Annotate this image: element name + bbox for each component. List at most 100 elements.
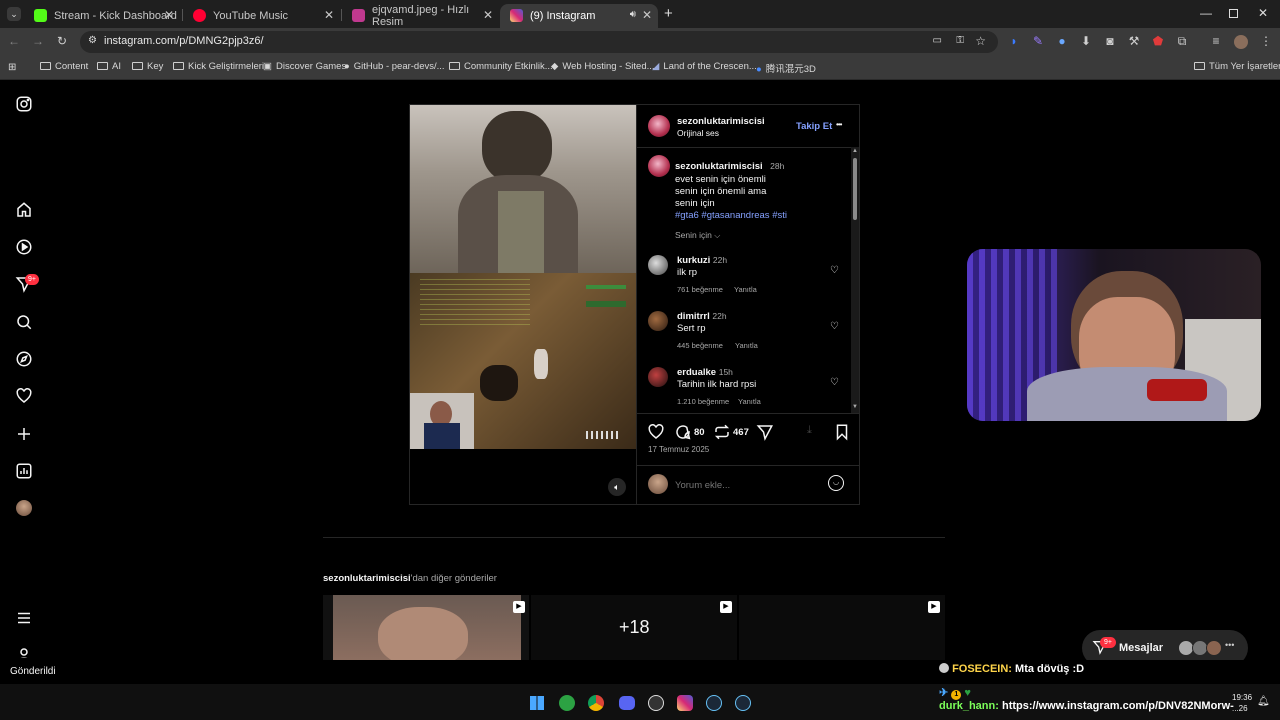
all-bookmarks[interactable]: Tüm Yer İşaretleri xyxy=(1194,61,1280,72)
commenter-username[interactable]: kurkuzi 22h xyxy=(677,255,727,266)
comment-bubble-icon[interactable] xyxy=(674,423,692,441)
extension-2-icon[interactable]: ✎ xyxy=(1030,34,1046,48)
home-icon[interactable] xyxy=(15,201,33,219)
post-date[interactable]: 17 Temmuz 2025 xyxy=(648,445,709,454)
address-bar[interactable]: ⚙ instagram.com/p/DMNG2pjp3z6/ ▭ ⚿ ☆ xyxy=(80,31,998,53)
bookmark-key[interactable]: Key xyxy=(132,61,163,72)
download-icon[interactable]: ⤓ xyxy=(807,424,812,437)
extension-4-icon[interactable]: ⬇ xyxy=(1078,34,1094,48)
reply-button[interactable]: Yanıtla xyxy=(735,341,758,350)
share-send-icon[interactable] xyxy=(756,423,774,441)
comment-input[interactable] xyxy=(675,477,815,493)
commenter-username[interactable]: dimitrrl 22h xyxy=(677,311,727,322)
xbox-icon[interactable] xyxy=(559,695,575,711)
reload-icon[interactable]: ↻ xyxy=(54,34,70,48)
extension-3-icon[interactable]: ● xyxy=(1054,34,1070,48)
threads-icon[interactable] xyxy=(15,646,33,658)
post-video[interactable]: 🔈︎ xyxy=(410,105,636,504)
mute-toggle-icon[interactable]: 🔈︎ xyxy=(608,478,626,496)
repost-icon[interactable] xyxy=(713,423,731,441)
more-post-thumbnail[interactable]: +18 ▶ xyxy=(531,595,737,660)
like-heart-icon[interactable] xyxy=(647,423,665,441)
speaker-icon[interactable]: 🔊︎ xyxy=(630,9,636,20)
caption-author[interactable]: sezonluktarimiscisi xyxy=(675,161,763,172)
author-avatar[interactable] xyxy=(648,115,670,137)
instagram-logo-icon[interactable] xyxy=(15,95,33,113)
instagram-app-icon[interactable] xyxy=(677,695,693,711)
tab-list-icon[interactable]: ≡ xyxy=(1208,34,1224,48)
comment-like-heart-icon[interactable]: ♡ xyxy=(830,377,839,388)
reels-icon[interactable] xyxy=(15,238,33,256)
save-bookmark-icon[interactable] xyxy=(833,423,851,441)
discord-icon[interactable] xyxy=(619,696,635,710)
notifications-heart-icon[interactable] xyxy=(15,387,33,405)
tab-search-icon[interactable]: ⌄ xyxy=(7,7,21,21)
steam-icon[interactable] xyxy=(706,695,722,711)
apps-grid-icon[interactable]: ⊞ xyxy=(8,62,16,73)
new-tab-button[interactable]: + xyxy=(664,5,673,22)
clock-time[interactable]: 19:36 xyxy=(1232,693,1252,702)
site-info-icon[interactable]: ⚙ xyxy=(88,35,97,46)
password-key-icon[interactable]: ⚿ xyxy=(956,35,964,46)
steam-icon[interactable] xyxy=(735,695,751,711)
more-menu-icon[interactable] xyxy=(15,609,33,627)
start-windows-icon[interactable] xyxy=(530,696,544,710)
bookmark-content[interactable]: Content xyxy=(40,61,88,72)
clock-date[interactable]: ...26 xyxy=(1232,704,1248,713)
author-username[interactable]: sezonluktarimiscisi xyxy=(677,116,765,127)
comment-like-count[interactable]: 761 beğenme xyxy=(677,285,723,294)
install-app-icon[interactable]: ▭ xyxy=(933,35,942,46)
post-options-icon[interactable]: ••• xyxy=(836,120,842,129)
extension-6-icon[interactable]: ⚒ xyxy=(1126,34,1142,48)
scrollbar-thumb[interactable] xyxy=(853,158,857,220)
follow-button[interactable]: Takip Et xyxy=(796,121,832,132)
comments-scrollbar[interactable]: ▲ ▼ xyxy=(851,147,859,413)
minimize-icon[interactable]: — xyxy=(1200,6,1212,20)
explore-compass-icon[interactable] xyxy=(15,350,33,368)
restore-icon[interactable] xyxy=(1229,9,1238,18)
close-tab-icon[interactable]: ✕ xyxy=(642,8,652,22)
back-icon[interactable]: ← xyxy=(6,34,22,48)
create-plus-icon[interactable] xyxy=(15,425,33,443)
extension-7-icon[interactable]: ⬟ xyxy=(1150,34,1166,48)
extensions-puzzle-icon[interactable]: ⧉ xyxy=(1174,34,1190,49)
chrome-icon[interactable] xyxy=(588,695,604,711)
url-text[interactable]: instagram.com/p/DMNG2pjp3z6/ xyxy=(104,35,264,47)
comment-like-count[interactable]: 445 beğenme xyxy=(677,341,723,350)
tab-youtube-music[interactable]: YouTube Music ✕ xyxy=(183,4,340,28)
audio-label[interactable]: Orijinal ses xyxy=(677,128,719,138)
tab-instagram[interactable]: (9) Instagram 🔊︎ ✕ xyxy=(500,4,658,28)
reply-button[interactable]: Yanıtla xyxy=(734,285,757,294)
more-post-thumbnail[interactable]: ▶ xyxy=(323,595,529,660)
bookmark-community[interactable]: Community Etkinlik... xyxy=(449,61,553,72)
profile-avatar[interactable] xyxy=(1234,35,1248,49)
bookmark-web-hosting[interactable]: ◆ Web Hosting - Sited... xyxy=(551,61,655,72)
bookmark-github[interactable]: ● GitHub - pear-devs/... xyxy=(344,61,445,72)
caption-hashtags[interactable]: #gta6 #gtasanandreas #sti xyxy=(675,210,845,222)
emoji-icon[interactable]: ◡ xyxy=(828,475,844,491)
caption-time[interactable]: 28h xyxy=(770,161,784,171)
obs-icon[interactable] xyxy=(648,695,664,711)
scroll-down-arrow-icon[interactable]: ▼ xyxy=(852,404,858,410)
bookmark-hunyuan[interactable]: ● 腾讯混元3D xyxy=(756,61,816,75)
tab-hizli-resim[interactable]: ejqvamd.jpeg - Hızlı Resim ✕ xyxy=(342,4,499,28)
commenter-username[interactable]: erdualke 15h xyxy=(677,367,733,378)
commenter-avatar[interactable] xyxy=(648,255,668,275)
bookmark-kick[interactable]: Kick Geliştirmeleri xyxy=(173,61,264,72)
scroll-up-arrow-icon[interactable]: ▲ xyxy=(852,148,858,154)
dashboard-chart-icon[interactable] xyxy=(15,462,33,480)
comment-like-heart-icon[interactable]: ♡ xyxy=(830,321,839,332)
caption-author-avatar[interactable] xyxy=(648,155,670,177)
reply-button[interactable]: Yanıtla xyxy=(738,397,761,406)
close-tab-icon[interactable]: ✕ xyxy=(324,8,334,22)
commenter-avatar[interactable] xyxy=(648,311,668,331)
bookmark-land-crescent[interactable]: ◢ Land of the Crescen... xyxy=(652,61,757,72)
comment-sort[interactable]: Senin için ⌵ xyxy=(675,230,720,241)
extension-1-icon[interactable]: ◗ xyxy=(1006,34,1022,48)
bookmark-star-icon[interactable]: ☆ xyxy=(975,34,986,48)
more-post-thumbnail[interactable]: ▶ xyxy=(739,595,945,660)
close-tab-icon[interactable]: ✕ xyxy=(164,8,174,22)
notification-bell-icon[interactable]: 🔔︎ xyxy=(1257,696,1270,707)
comment-like-count[interactable]: 1.210 beğenme xyxy=(677,397,729,406)
close-tab-icon[interactable]: ✕ xyxy=(483,8,493,22)
